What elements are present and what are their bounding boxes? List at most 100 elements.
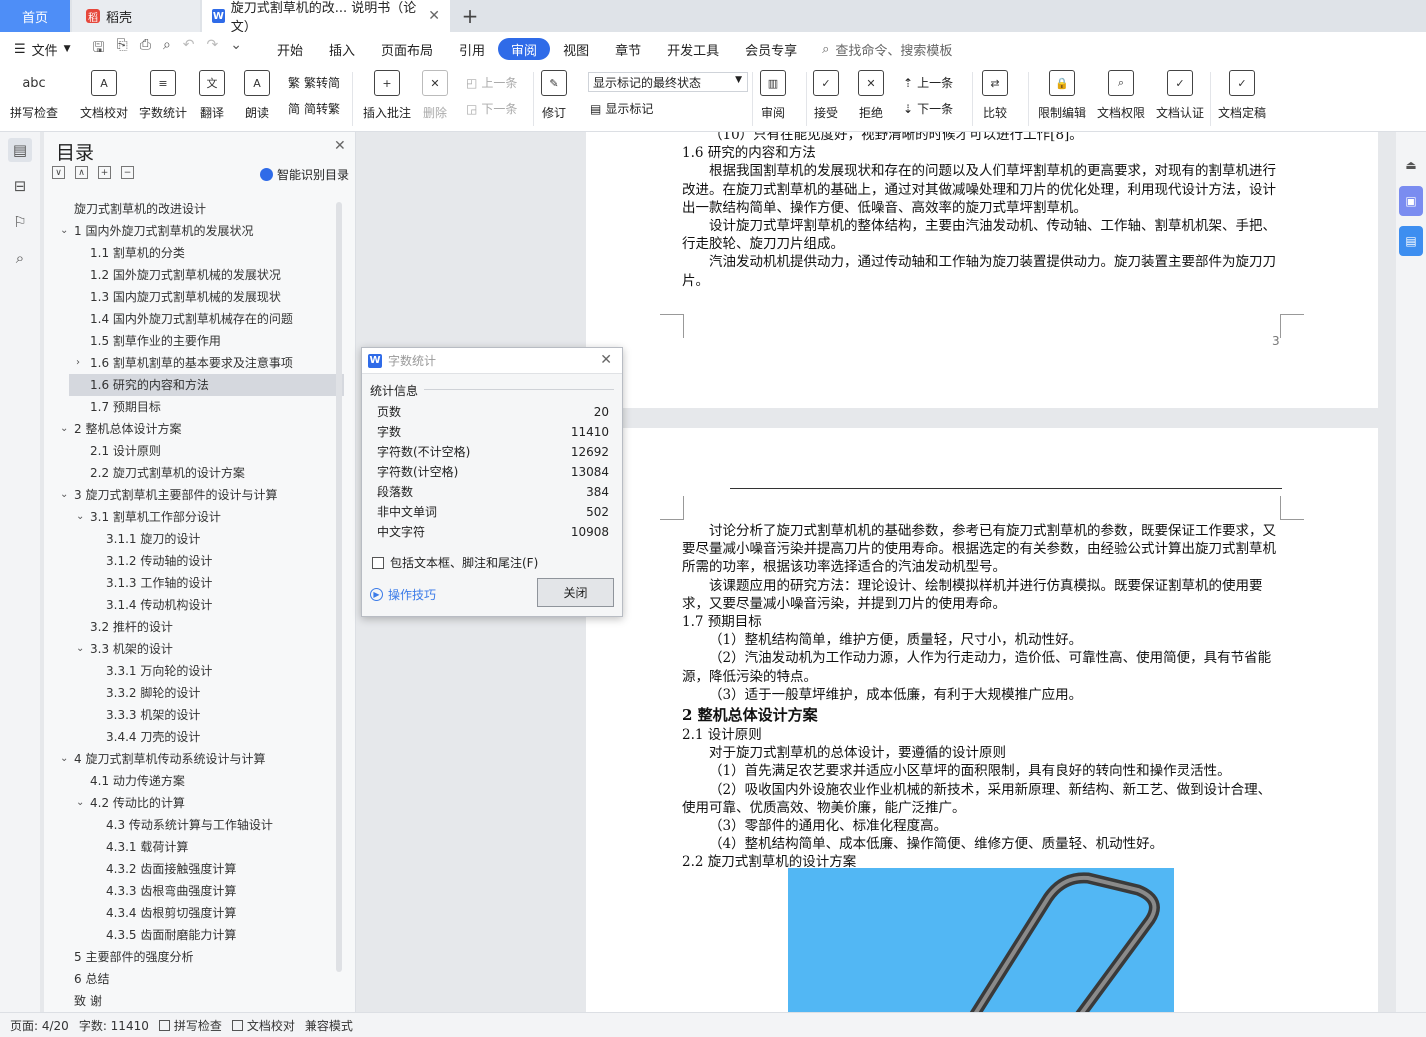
doc-assistant-icon[interactable]: ▤ <box>1399 226 1423 256</box>
toc-item[interactable]: 1.1 割草机的分类 <box>44 242 344 264</box>
menu-tab-view[interactable]: 视图 <box>550 38 602 60</box>
scroll-top-icon[interactable]: ⏏ <box>1399 150 1423 180</box>
toc-item[interactable]: 3.1.1 旋刀的设计 <box>44 528 344 550</box>
toc-item[interactable]: 1.3 国内旋刀式割草机械的发展现状 <box>44 286 344 308</box>
chevron-down-icon[interactable]: ⌄ <box>76 638 84 660</box>
accept-button[interactable]: ✓ 接受 <box>813 70 839 121</box>
toc-item[interactable]: 旋刀式割草机的改进设计 <box>44 198 344 220</box>
compare-button[interactable]: ⇄ 比较 <box>982 70 1008 121</box>
toc-item[interactable]: 3.3.2 脚轮的设计 <box>44 682 344 704</box>
track-changes-button[interactable]: ✎ 修订 <box>541 70 567 121</box>
collapse-all-icon[interactable]: ∧ <box>75 166 88 179</box>
word-count-indicator[interactable]: 字数: 11410 <box>79 1017 149 1034</box>
file-menu[interactable]: ☰ 文件 ▼ <box>14 40 71 59</box>
toc-item[interactable]: 3.3.3 机架的设计 <box>44 704 344 726</box>
toc-item[interactable]: 3.2 推杆的设计 <box>44 616 344 638</box>
toc-item[interactable]: ⌄ 3.1 割草机工作部分设计 <box>44 506 344 528</box>
export-icon[interactable]: ⎘ <box>117 37 128 61</box>
chevron-down-icon[interactable]: ⌄ <box>60 748 68 770</box>
toc-item[interactable]: 4.3.4 齿根剪切强度计算 <box>44 902 344 924</box>
toc-item[interactable]: 3.3.1 万向轮的设计 <box>44 660 344 682</box>
close-icon[interactable]: ✕ <box>334 138 346 154</box>
save-icon[interactable]: 🖫 <box>93 37 105 61</box>
restrict-editing-button[interactable]: 🔒 限制编辑 <box>1038 70 1086 121</box>
smart-toc-button[interactable]: 智能识别目录 <box>260 166 349 183</box>
chevron-right-icon[interactable]: › <box>76 352 80 374</box>
toc-item[interactable]: 4.1 动力传递方案 <box>44 770 344 792</box>
toc-item[interactable]: 4.3.3 齿根弯曲强度计算 <box>44 880 344 902</box>
menu-tab-start[interactable]: 开始 <box>264 38 316 60</box>
menu-tab-layout[interactable]: 页面布局 <box>368 38 446 60</box>
print-preview-icon[interactable]: ⌕ <box>163 37 171 61</box>
expand-all-icon[interactable]: ∨ <box>52 166 65 179</box>
markup-state-select[interactable]: 显示标记的最终状态 ▼ <box>588 72 748 92</box>
toc-item[interactable]: 4.3 传动系统计算与工作轴设计 <box>44 814 344 836</box>
toc-item[interactable]: 6 总结 <box>44 968 344 990</box>
proofread-toggle[interactable]: 文档校对 <box>231 1017 295 1034</box>
show-markup-dropdown[interactable]: ▤ 显示标记 <box>590 100 653 117</box>
bookmark-icon[interactable]: ⚐ <box>8 210 32 234</box>
customize-icon[interactable]: ⌄ <box>230 37 242 61</box>
read-aloud-button[interactable]: A 朗读 <box>244 70 270 121</box>
page-indicator[interactable]: 页面: 4/20 <box>10 1017 69 1034</box>
chapter-nav-icon[interactable]: ⊟ <box>8 174 32 198</box>
add-heading-icon[interactable]: + <box>98 166 111 179</box>
prev-comment-button[interactable]: ◰ 上一条 <box>466 74 517 91</box>
word-count-button[interactable]: ≡ 字数统计 <box>139 70 187 121</box>
close-icon[interactable]: ✕ <box>600 352 612 368</box>
toc-item[interactable]: 4.3.5 齿面耐磨能力计算 <box>44 924 344 946</box>
toc-item[interactable]: 3.1.3 工作轴的设计 <box>44 572 344 594</box>
chevron-down-icon[interactable]: ⌄ <box>76 506 84 528</box>
spell-check-toggle[interactable]: 拼写检查 <box>158 1017 222 1034</box>
toc-item[interactable]: 2.1 设计原则 <box>44 440 344 462</box>
toc-item[interactable]: 5 主要部件的强度分析 <box>44 946 344 968</box>
simp-to-trad-button[interactable]: 简 简转繁 <box>288 100 340 117</box>
next-change-button[interactable]: ⇣ 下一条 <box>903 100 953 117</box>
menu-tab-developer[interactable]: 开发工具 <box>654 38 732 60</box>
redo-icon[interactable]: ↷ <box>207 37 219 61</box>
menu-tab-review[interactable]: 审阅 <box>498 38 551 60</box>
doc-auth-button[interactable]: ✓ 文档认证 <box>1156 70 1204 121</box>
new-tab-button[interactable]: + <box>456 0 484 32</box>
search-icon[interactable]: ⌕ <box>8 246 32 270</box>
delete-comment-button[interactable]: ✕ 删除 <box>422 70 448 121</box>
reject-button[interactable]: ✕ 拒绝 <box>858 70 884 121</box>
toc-item[interactable]: ⌄ 4 旋刀式割草机传动系统设计与计算 <box>44 748 344 770</box>
menu-tab-section[interactable]: 章节 <box>602 38 654 60</box>
trad-to-simp-button[interactable]: 繁 繁转简 <box>288 74 340 91</box>
next-comment-button[interactable]: ◲ 下一条 <box>466 100 517 117</box>
chevron-down-icon[interactable]: ⌄ <box>60 418 68 440</box>
remove-heading-icon[interactable]: − <box>121 166 134 179</box>
toc-item[interactable]: 4.3.1 载荷计算 <box>44 836 344 858</box>
chevron-down-icon[interactable]: ⌄ <box>60 484 68 506</box>
toc-item[interactable]: ⌄ 4.2 传动比的计算 <box>44 792 344 814</box>
toc-scrollbar[interactable] <box>336 202 342 972</box>
spell-check-button[interactable]: abc 拼写检查 <box>10 70 58 121</box>
finalize-button[interactable]: ✓ 文档定稿 <box>1218 70 1266 121</box>
toc-item[interactable]: 4.3.2 齿面接触强度计算 <box>44 858 344 880</box>
close-button[interactable]: 关闭 <box>537 578 614 607</box>
chevron-down-icon[interactable]: ⌄ <box>76 792 84 814</box>
toc-item[interactable]: 1.4 国内外旋刀式割草机械存在的问题 <box>44 308 344 330</box>
review-pane-button[interactable]: ▥ 审阅 <box>760 70 786 121</box>
tab-daoke[interactable]: 稻 稻壳 <box>72 0 200 32</box>
toc-item[interactable]: ⌄ 3 旋刀式割草机主要部件的设计与计算 <box>44 484 344 506</box>
prev-change-button[interactable]: ⇡ 上一条 <box>903 74 953 91</box>
toc-item[interactable]: 1.7 预期目标 <box>44 396 344 418</box>
toc-item[interactable]: ⌄ 2 整机总体设计方案 <box>44 418 344 440</box>
toc-item[interactable]: 致 谢 <box>44 990 344 1012</box>
toc-item[interactable]: 1.6 研究的内容和方法 <box>69 374 344 396</box>
doc-proofread-button[interactable]: A 文档校对 <box>80 70 128 121</box>
command-search[interactable]: ⌕ 查找命令、搜索模板 <box>822 40 952 59</box>
chevron-down-icon[interactable]: ⌄ <box>60 220 68 242</box>
doc-rights-button[interactable]: ⌕ 文档权限 <box>1097 70 1145 121</box>
menu-tab-insert[interactable]: 插入 <box>316 38 368 60</box>
tab-home[interactable]: 首页 <box>0 0 70 32</box>
print-icon[interactable]: ⎙ <box>140 37 151 61</box>
include-textbox-checkbox[interactable]: 包括文本框、脚注和尾注(F) <box>372 554 538 571</box>
toc-item[interactable]: 1.2 国外旋刀式割草机械的发展状况 <box>44 264 344 286</box>
menu-tab-member[interactable]: 会员专享 <box>732 38 810 60</box>
insert-comment-button[interactable]: + 插入批注 <box>363 70 411 121</box>
undo-icon[interactable]: ↶ <box>183 37 195 61</box>
ai-write-icon[interactable]: ▣ <box>1399 186 1423 216</box>
